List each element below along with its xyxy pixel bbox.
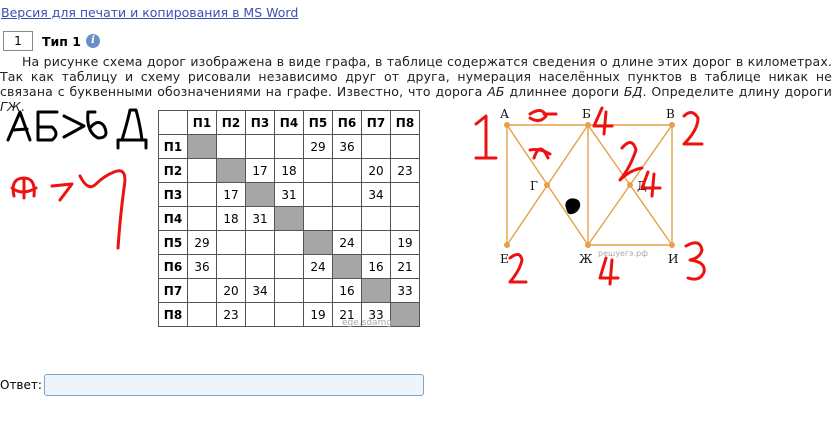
vertex-label-b: Б (582, 107, 591, 121)
graph-and-annotations: А Б В Г Д Е Ж И решуегэ.рф (6, 106, 706, 286)
mark-2-v (682, 111, 704, 146)
mark-4-zh (598, 256, 620, 286)
vertex-label-zh: Ж (579, 252, 593, 266)
node-v (669, 122, 675, 128)
vertex-label-v: В (666, 107, 675, 121)
mark-2-e (508, 253, 528, 284)
mark-4-top (592, 106, 614, 136)
vertex-label-e: Е (500, 252, 509, 266)
vertex-label-a: А (500, 107, 509, 121)
node-zh (585, 242, 591, 248)
handwritten-red-inequality (10, 169, 127, 250)
node-i (669, 242, 675, 248)
vertex-label-g: Г (530, 179, 538, 193)
node-a (504, 122, 510, 128)
ink-blot (565, 198, 581, 215)
answer-label: Ответ: (0, 378, 42, 392)
node-d (627, 182, 633, 188)
vertex-label-i: И (668, 252, 678, 266)
mark-4-g (618, 141, 644, 182)
node-g (544, 182, 550, 188)
mark-a-top (528, 109, 558, 123)
handwritten-inequality (6, 108, 148, 150)
node-b (585, 122, 591, 128)
mark-3-i (684, 241, 706, 281)
node-e (504, 242, 510, 248)
answer-input[interactable] (44, 374, 424, 396)
mark-1 (474, 114, 498, 160)
mark-a-mid (528, 147, 552, 160)
